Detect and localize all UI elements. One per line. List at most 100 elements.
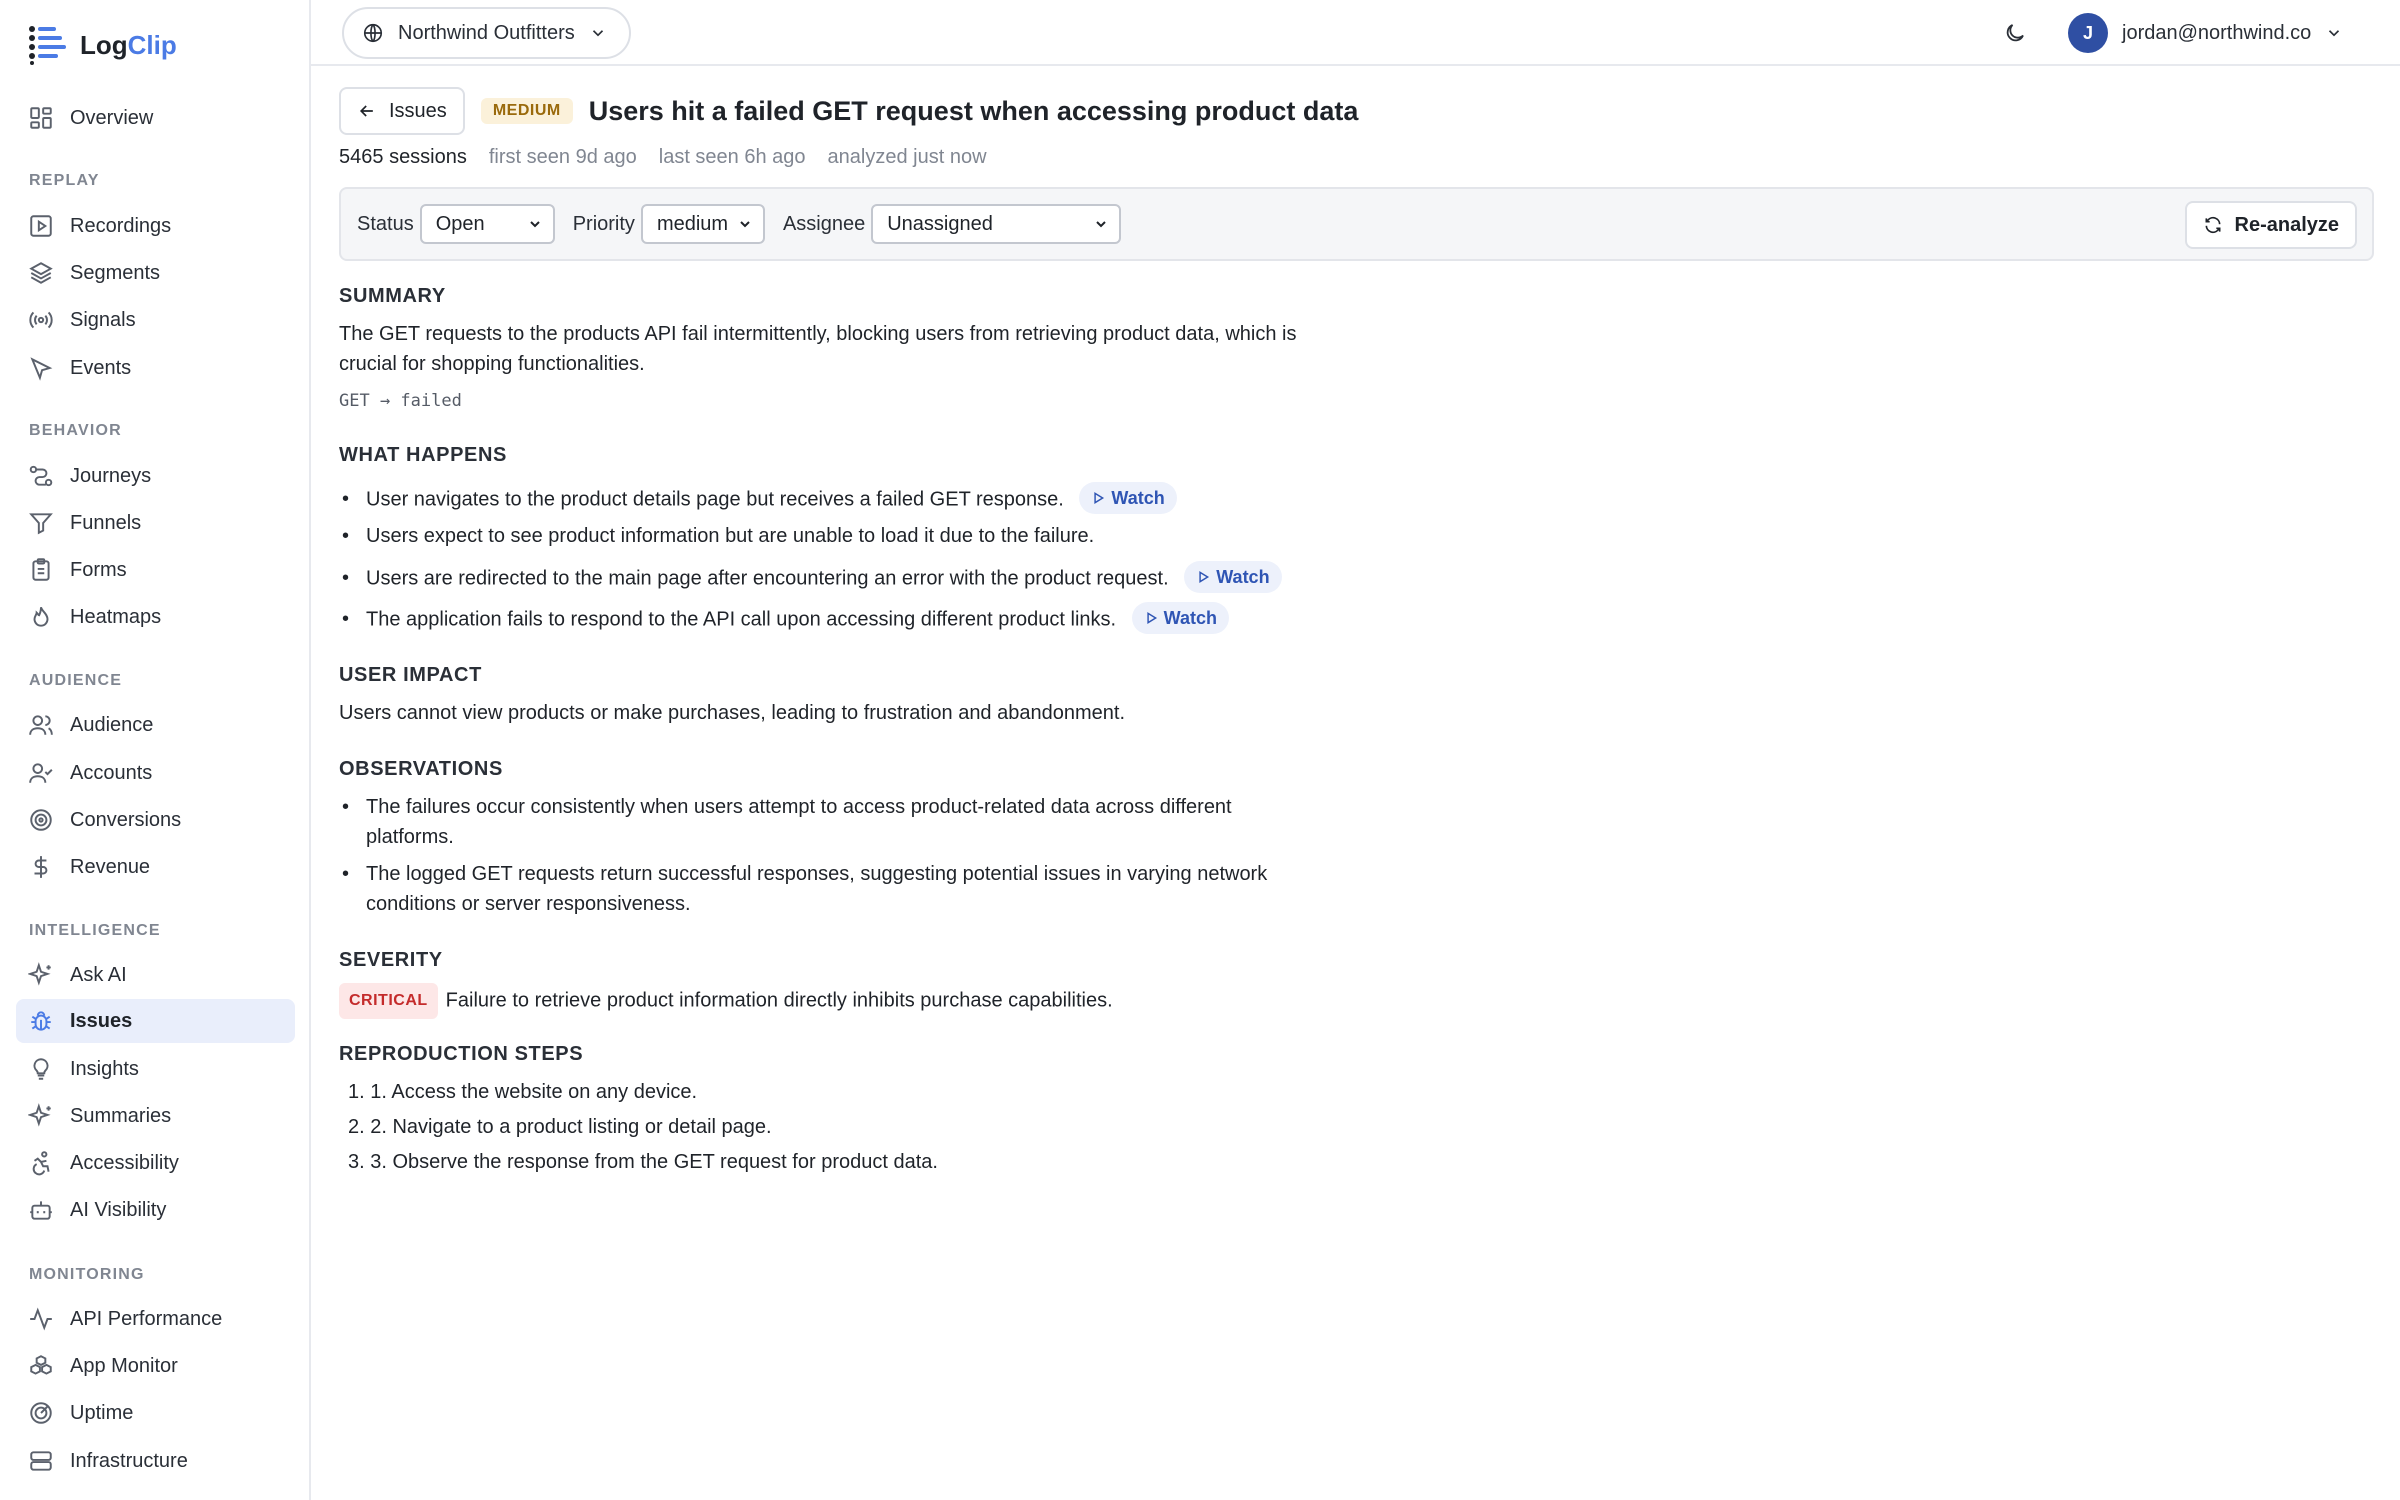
sidebar-item-label: Heatmaps (70, 605, 162, 628)
watch-button[interactable]: Watch (1131, 602, 1229, 634)
sidebar-item-label: Audience (70, 713, 154, 736)
sidebar-item-label: Recordings (70, 214, 172, 237)
sidebar-item-forms[interactable]: Forms (16, 548, 295, 592)
priority-badge: MEDIUM (480, 98, 573, 124)
summary-code: GET → failed (339, 391, 462, 411)
reproduction-step: 2. 2. Navigate to a product listing or d… (348, 1116, 772, 1138)
play-square-icon (30, 215, 52, 237)
list-item: Users are redirected to the main page af… (342, 561, 1282, 595)
activity-icon (30, 1307, 52, 1331)
sidebar-item-accessibility[interactable]: Accessibility (16, 1141, 295, 1185)
sidebar-item-ask-ai[interactable]: Ask AI (16, 953, 295, 997)
what-happens-heading: WHAT HAPPENS (339, 444, 507, 466)
watch-button[interactable]: Watch (1184, 561, 1282, 593)
severity-row: CRITICAL Failure to retrieve product info… (339, 983, 1299, 1019)
first-seen: first seen 9d ago (488, 146, 637, 168)
sidebar-item-heatmaps[interactable]: Heatmaps (16, 595, 295, 639)
sidebar-item-summaries[interactable]: Summaries (16, 1094, 295, 1138)
workspace-name: Northwind Outfitters (398, 21, 575, 44)
sidebar-section-audience: AUDIENCE (29, 672, 123, 689)
chevron-down-icon (740, 221, 750, 228)
sidebar-item-app-monitor[interactable]: App Monitor (16, 1344, 295, 1388)
sidebar-item-events[interactable]: Events (16, 346, 295, 390)
sidebar-item-overview[interactable]: Overview (16, 96, 295, 140)
sidebar-item-label: Ask AI (70, 963, 127, 986)
sidebar: LogClip Overview REPLAY Recordings Segme… (0, 0, 311, 1500)
sessions-count: 5465 sessions (339, 146, 467, 168)
play-icon (1094, 492, 1105, 504)
sparkles-icon (28, 962, 51, 986)
list-item: User navigates to the product details pa… (342, 482, 1177, 516)
avatar: J (2068, 13, 2108, 53)
sidebar-item-funnels[interactable]: Funnels (16, 501, 295, 545)
sidebar-item-label: Events (70, 356, 132, 379)
sidebar-item-conversions[interactable]: Conversions (16, 798, 295, 842)
user-menu[interactable]: J jordan@northwind.co (2068, 12, 2343, 54)
summary-text: The GET requests to the products API fai… (339, 323, 1297, 375)
sidebar-item-label: Signals (70, 308, 136, 331)
theme-toggle-button[interactable] (1999, 17, 2031, 49)
radio-signal-icon (29, 311, 53, 329)
priority-value: medium (656, 212, 729, 235)
chevron-down-icon (592, 30, 603, 37)
sidebar-item-label: Summaries (70, 1104, 172, 1127)
sidebar-item-revenue[interactable]: Revenue (16, 845, 295, 889)
assignee-label: Assignee (782, 212, 866, 235)
sidebar-item-api-performance[interactable]: API Performance (16, 1297, 295, 1341)
status-select[interactable]: Open (419, 204, 555, 244)
logo[interactable]: LogClip (28, 24, 177, 66)
sidebar-item-label: Conversions (70, 808, 182, 831)
moon-icon (2006, 24, 2024, 42)
user-email: jordan@northwind.co (2122, 21, 2312, 44)
sidebar-item-label: API Performance (70, 1307, 223, 1330)
sidebar-item-label: Segments (70, 261, 161, 284)
observations-heading: OBSERVATIONS (339, 758, 503, 780)
chevron-down-icon (529, 221, 540, 228)
sidebar-item-infrastructure[interactable]: Infrastructure (16, 1439, 295, 1483)
watch-button[interactable]: Watch (1079, 482, 1177, 514)
sidebar-item-segments[interactable]: Segments (16, 251, 295, 295)
sidebar-item-audience[interactable]: Audience (16, 703, 295, 747)
sidebar-item-label: Funnels (70, 511, 142, 534)
sidebar-item-recordings[interactable]: Recordings (16, 204, 295, 248)
reproduction-heading: REPRODUCTION STEPS (339, 1043, 584, 1065)
topbar: Northwind Outfitters J jordan@northwind.… (311, 0, 2400, 66)
assignee-select[interactable]: Unassigned (871, 204, 1122, 244)
server-icon (30, 1451, 52, 1471)
sidebar-item-label: Accounts (70, 761, 153, 784)
sidebar-item-issues[interactable]: Issues (16, 999, 295, 1043)
back-to-issues-button[interactable]: Issues (339, 87, 465, 135)
funnel-icon (29, 513, 53, 535)
issue-header: Issues MEDIUM Users hit a failed GET req… (339, 87, 1358, 135)
layers-icon (29, 262, 53, 284)
play-icon (1146, 612, 1157, 624)
sidebar-item-label: Forms (70, 558, 127, 581)
refresh-icon (2205, 216, 2220, 234)
cursor-icon (30, 357, 53, 381)
globe-icon (363, 23, 383, 43)
sidebar-item-insights[interactable]: Insights (16, 1047, 295, 1091)
severity-text: Failure to retrieve product information … (445, 989, 1113, 1012)
severity-badge: CRITICAL (339, 983, 438, 1019)
sidebar-item-label: AI Visibility (70, 1198, 167, 1221)
summary-heading: SUMMARY (339, 285, 446, 307)
workspace-switcher[interactable]: Northwind Outfitters (342, 7, 631, 59)
sidebar-item-signals[interactable]: Signals (16, 298, 295, 342)
list-item: The failures occur consistently when use… (342, 792, 1306, 852)
list-item: The application fails to respond to the … (342, 602, 1229, 636)
sidebar-item-label: Accessibility (70, 1151, 179, 1174)
chevron-down-icon (1096, 221, 1106, 228)
lightbulb-icon (33, 1058, 49, 1080)
sidebar-item-uptime[interactable]: Uptime (16, 1391, 295, 1435)
radar-icon (30, 1402, 52, 1424)
priority-select[interactable]: medium (640, 204, 765, 244)
sidebar-item-ai-visibility[interactable]: AI Visibility (16, 1188, 295, 1232)
sidebar-item-accounts[interactable]: Accounts (16, 751, 295, 795)
reanalyze-button[interactable]: Re-analyze (2184, 201, 2357, 249)
bot-icon (30, 1201, 52, 1220)
users-icon (29, 715, 53, 735)
sidebar-item-journeys[interactable]: Journeys (16, 454, 295, 498)
sidebar-section-intelligence: INTELLIGENCE (29, 922, 161, 939)
logo-icon (29, 26, 66, 65)
page-title: Users hit a failed GET request when acce… (588, 95, 1359, 126)
